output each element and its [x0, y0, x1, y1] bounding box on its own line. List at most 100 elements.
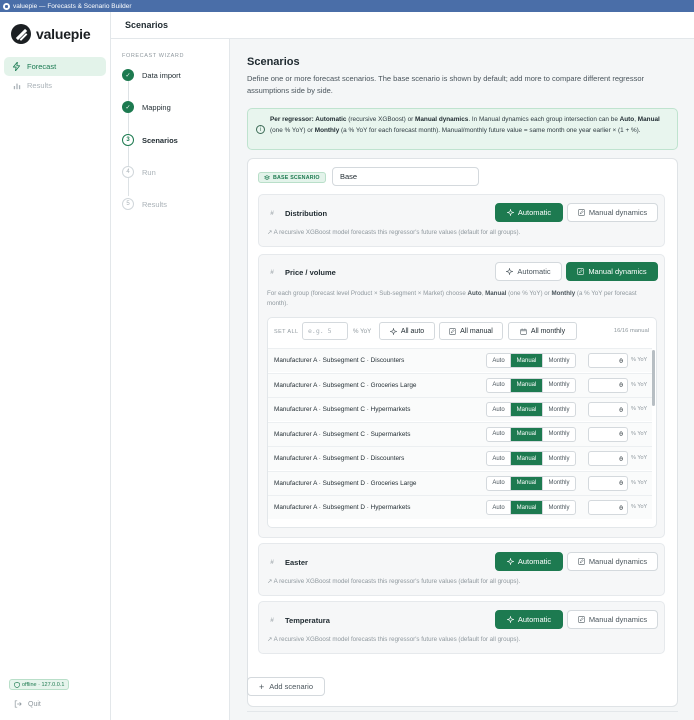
group-name: Manufacturer A · Subsegment C · Supermar… [274, 430, 411, 438]
mode-monthly-option[interactable]: Monthly [543, 452, 575, 465]
sidebar: valuepie Forecast Results offline · 127.… [0, 12, 111, 720]
mode-manual-option[interactable]: Manual [511, 403, 543, 416]
mode-auto-option[interactable]: Auto [487, 403, 511, 416]
group-list-scrollbar[interactable] [652, 350, 655, 406]
manual-count: 16/16 manual [613, 328, 649, 334]
group-mode-toggle: Auto Manual Monthly [486, 426, 576, 442]
hash-icon: # [270, 558, 274, 566]
set-all-input[interactable]: e.g. 5 [302, 322, 348, 340]
group-row: Manufacturer A · Subsegment D · Hypermar… [268, 495, 652, 519]
group-mode-toggle: Auto Manual Monthly [486, 475, 576, 491]
topbar: Scenarios [111, 12, 694, 39]
group-name: Manufacturer A · Subsegment C · Grocerie… [274, 381, 417, 389]
hash-icon: # [270, 268, 274, 276]
mode-auto-option[interactable]: Auto [487, 501, 511, 514]
calendar-icon [520, 328, 527, 335]
yoy-unit: % YoY [631, 406, 648, 412]
yoy-percent-input[interactable]: 0 [588, 426, 628, 442]
mode-monthly-option[interactable]: Monthly [543, 501, 575, 514]
manual-dynamics-button[interactable]: Manual dynamics [567, 610, 658, 629]
group-name: Manufacturer A · Subsegment C · Hypermar… [274, 406, 411, 413]
logo: valuepie [11, 24, 91, 44]
logo-text: valuepie [36, 26, 91, 42]
automatic-button[interactable]: Automatic [495, 610, 563, 629]
yoy-percent-input[interactable]: 0 [588, 377, 628, 393]
mode-auto-option[interactable]: Auto [487, 354, 511, 367]
info-text: Per regressor: Automatic (recursive XGBo… [270, 116, 660, 134]
mode-manual-option[interactable]: Manual [511, 354, 543, 367]
group-mode-toggle: Auto Manual Monthly [486, 402, 576, 417]
edit-icon [577, 268, 585, 275]
mode-manual-option[interactable]: Manual [511, 476, 543, 490]
regressor-name: Easter [285, 558, 308, 567]
wizard-step-mapping[interactable]: ✓ Mapping [122, 101, 171, 113]
regressor-name: Distribution [285, 209, 328, 218]
mode-auto-option[interactable]: Auto [487, 476, 511, 490]
yoy-percent-input[interactable]: 0 [588, 451, 628, 466]
group-mode-toggle: Auto Manual Monthly [486, 500, 576, 515]
quit-button[interactable]: Quit [14, 700, 41, 708]
mode-monthly-option[interactable]: Monthly [543, 354, 575, 367]
yoy-unit: % YoY [631, 455, 648, 461]
bar-chart-icon [12, 81, 21, 90]
step-number: 3 [122, 134, 134, 146]
all-auto-button[interactable]: All auto [379, 322, 435, 340]
sparkle-icon [506, 268, 514, 275]
group-name: Manufacturer A · Subsegment C · Discount… [274, 357, 405, 364]
scenario-name-input[interactable]: Base [332, 167, 479, 186]
all-monthly-button[interactable]: All monthly [508, 322, 577, 340]
sparkle-icon [506, 558, 514, 565]
group-row: Manufacturer A · Subsegment D · Discount… [268, 446, 652, 470]
wizard-step-data-import[interactable]: ✓ Data import [122, 69, 181, 81]
yoy-unit: % YoY [631, 430, 648, 437]
wizard-step-results[interactable]: 5 Results [122, 198, 167, 210]
yoy-percent-input[interactable]: 0 [588, 353, 628, 368]
regressor-distribution: # Distribution Automatic Manual dynamics… [258, 194, 665, 247]
automatic-button[interactable]: Automatic [495, 552, 563, 571]
window-titlebar: valuepie — Forecasts & Scenario Builder [0, 0, 694, 12]
wizard-step-label: Data import [142, 70, 181, 80]
mode-monthly-option[interactable]: Monthly [543, 403, 575, 416]
group-row: Manufacturer A · Subsegment C · Hypermar… [268, 397, 652, 421]
automatic-button[interactable]: Automatic [495, 262, 562, 281]
mode-manual-option[interactable]: Manual [511, 378, 543, 392]
yoy-unit: % YoY [631, 504, 648, 510]
add-scenario-button[interactable]: + Add scenario [247, 677, 325, 696]
group-list[interactable]: Manufacturer A · Subsegment C · Discount… [268, 348, 656, 527]
group-name: Manufacturer A · Subsegment D · Hypermar… [274, 504, 411, 511]
sidebar-item-results[interactable]: Results [4, 76, 106, 95]
mode-monthly-option[interactable]: Monthly [543, 477, 575, 490]
connection-status-badge: offline · 127.0.0.1 [9, 679, 70, 690]
mode-monthly-option[interactable]: Monthly [543, 428, 575, 441]
manual-dynamics-button[interactable]: Manual dynamics [567, 203, 658, 222]
edit-icon [578, 209, 585, 216]
manual-dynamics-note: For each group (forecast level Product ×… [267, 290, 637, 307]
mode-auto-option[interactable]: Auto [487, 378, 511, 392]
regressor-name: Price / volume [285, 268, 336, 277]
wizard-step-label: Results [142, 199, 168, 209]
wizard-step-label: Scenarios [142, 135, 178, 145]
all-manual-button[interactable]: All manual [439, 322, 503, 340]
yoy-percent-input[interactable]: 0 [588, 500, 628, 515]
manual-dynamics-button[interactable]: Manual dynamics [567, 552, 658, 571]
sidebar-item-forecast[interactable]: Forecast [4, 57, 106, 76]
page-title: Scenarios [125, 20, 169, 30]
group-mode-toggle: Auto Manual Monthly [486, 377, 576, 393]
mode-manual-option[interactable]: Manual [511, 452, 543, 465]
yoy-percent-input[interactable]: 0 [588, 475, 628, 491]
logout-icon [14, 700, 22, 708]
mode-manual-option[interactable]: Manual [511, 427, 543, 441]
manual-dynamics-button[interactable]: Manual dynamics [566, 262, 658, 281]
mode-monthly-option[interactable]: Monthly [543, 379, 575, 392]
plus-icon: + [258, 681, 265, 692]
automatic-button[interactable]: Automatic [495, 203, 563, 222]
yoy-percent-input[interactable]: 0 [588, 402, 628, 417]
wizard-step-scenarios[interactable]: 3 Scenarios [122, 134, 178, 146]
edit-icon [578, 616, 585, 623]
mode-auto-option[interactable]: Auto [487, 427, 511, 441]
mode-auto-option[interactable]: Auto [487, 452, 511, 465]
wizard-step-run[interactable]: 4 Run [122, 166, 156, 178]
divider [247, 711, 678, 712]
mode-manual-option[interactable]: Manual [511, 501, 543, 514]
info-icon: i [256, 125, 265, 134]
